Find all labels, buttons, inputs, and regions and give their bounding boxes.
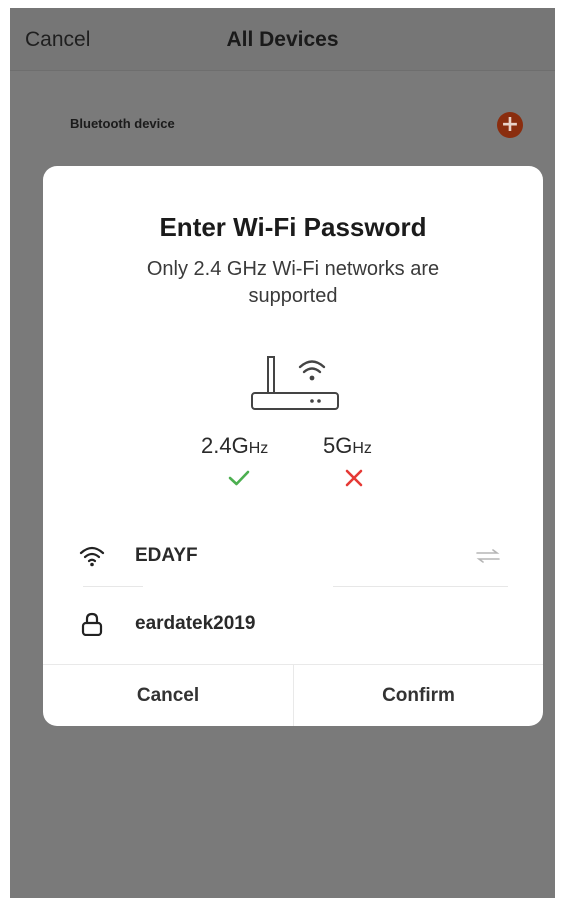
band-2-4-value: 2.4: [201, 433, 232, 458]
page-title: All Devices: [226, 28, 339, 51]
wifi-password-dialog: Enter Wi-Fi Password Only 2.4 GHz Wi-Fi …: [43, 166, 543, 726]
band-2-4-unit: Hz: [248, 440, 269, 457]
password-value: eardatek2019: [135, 613, 256, 634]
check-icon: [228, 470, 250, 486]
ssid-value: EDAYF: [135, 545, 198, 566]
wifi-icon: [79, 546, 105, 567]
password-field[interactable]: eardatek2019: [43, 602, 543, 646]
plus-circle-icon: +: [500, 112, 520, 137]
dialog-subtitle: Only 2.4 GHz Wi-Fi networks are supporte…: [146, 258, 440, 307]
cross-icon: [345, 469, 363, 487]
band-5-value: 5: [323, 433, 336, 458]
router-wifi-icon: [251, 356, 339, 410]
lock-icon: [81, 612, 103, 636]
band-2-4-prefix: G: [231, 433, 249, 458]
switch-network-icon[interactable]: [475, 549, 501, 563]
band-5ghz-label: 5GHz: [323, 433, 372, 459]
bluetooth-device-label: Bluetooth device: [70, 116, 175, 131]
dialog-confirm-button[interactable]: Confirm: [293, 665, 543, 726]
band-5-prefix: G: [335, 433, 353, 458]
field-divider: [83, 586, 143, 587]
field-divider: [333, 586, 508, 587]
dialog-title: Enter Wi-Fi Password: [159, 212, 427, 242]
ssid-field[interactable]: EDAYF: [43, 534, 543, 578]
app-screen: Cancel All Devices Bluetooth device + En…: [10, 8, 555, 898]
dialog-cancel-button[interactable]: Cancel: [43, 665, 293, 726]
nav-bar: Cancel All Devices: [10, 8, 555, 71]
dialog-button-bar: Cancel Confirm: [43, 664, 543, 726]
band-5-unit: Hz: [352, 440, 372, 457]
add-device-button[interactable]: +: [497, 112, 523, 138]
band-2-4ghz-label: 2.4GHz: [201, 433, 268, 459]
